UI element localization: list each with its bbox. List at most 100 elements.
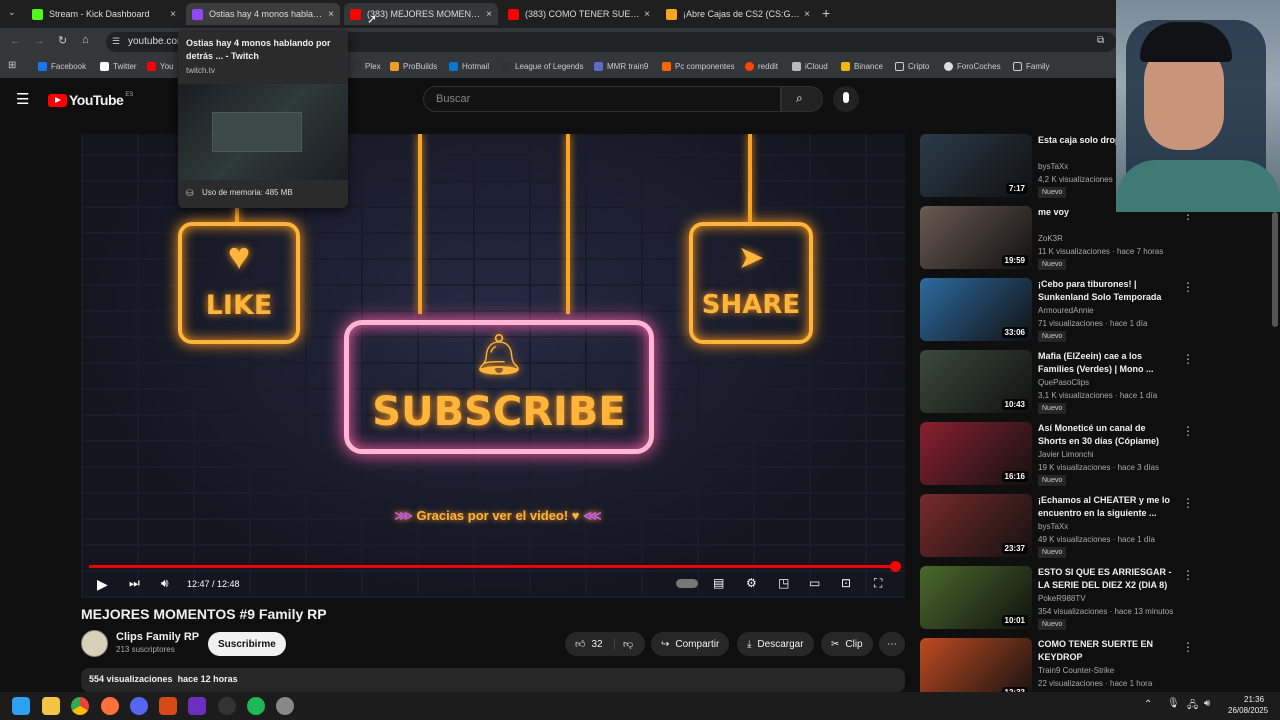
settings-gear-icon[interactable]: ⚙ <box>746 576 757 590</box>
video-thumbnail[interactable]: 16:16 <box>920 422 1032 485</box>
more-vertical-icon[interactable]: ⋮ <box>1182 640 1194 654</box>
bookmark-cripto-folder[interactable]: Cripto <box>895 62 929 71</box>
tray-microphone-icon[interactable]: 🎙︎ <box>1167 698 1180 709</box>
clip-button[interactable]: ✂ Clip <box>821 632 873 656</box>
recommended-video[interactable]: 10:01 ESTO SI QUE ES ARRIESGAR - LA SERIE… <box>920 566 1194 632</box>
video-thumbnail[interactable]: 10:01 <box>920 566 1032 629</box>
progress-bar[interactable] <box>89 565 897 568</box>
obs-icon[interactable] <box>218 697 236 715</box>
recommended-title[interactable]: Así Moneticé un canal de Shorts en 30 dí… <box>1038 422 1176 448</box>
video-thumbnail[interactable]: 10:43 <box>920 350 1032 413</box>
spotify-icon[interactable] <box>247 697 265 715</box>
reload-icon[interactable]: ↻ <box>58 34 67 47</box>
recommended-video[interactable]: 33:06 ¡Cebo para tiburones! | Sunkenland … <box>920 278 1194 344</box>
office-icon[interactable] <box>159 697 177 715</box>
subscribe-button[interactable]: Suscribirme <box>208 632 286 656</box>
volume-icon[interactable]: 🔊︎ <box>161 576 169 591</box>
recommended-title[interactable]: ¡Cebo para tiburones! | Sunkenland Solo … <box>1038 278 1176 304</box>
nzxt-cam-icon[interactable] <box>188 697 206 715</box>
recommended-channel[interactable]: ArmouredAnnie <box>1038 306 1094 315</box>
like-button[interactable]: 👍︎ 32 <box>565 638 615 650</box>
clock-date[interactable]: 26/08/2025 <box>1228 706 1268 715</box>
settings-app-icon[interactable] <box>276 697 294 715</box>
bookmark-icloud[interactable]: iCloud <box>792 62 828 71</box>
close-icon[interactable]: × <box>328 9 334 20</box>
tab-keydrop[interactable]: ¡Abre Cajas de CS2 (CS:GO), Ga × <box>660 3 816 25</box>
download-button[interactable]: ⤓ Descargar <box>737 632 814 656</box>
bookmark-twitter[interactable]: Twitter <box>100 62 137 71</box>
recommended-video[interactable]: 10:43 Mafia (ElZeein) cae a los Families … <box>920 350 1194 416</box>
video-thumbnail[interactable]: 23:37 <box>920 494 1032 557</box>
search-input[interactable]: Buscar <box>423 86 781 112</box>
recommended-title[interactable]: Mafia (ElZeein) cae a los Families (Verd… <box>1038 350 1176 376</box>
bookmark-lol[interactable]: League of Legends <box>502 62 584 71</box>
speaker-icon[interactable]: 🔊︎ <box>1204 698 1210 709</box>
theater-mode-icon[interactable]: ▭ <box>809 576 820 590</box>
menu-icon[interactable]: ☰ <box>16 90 29 108</box>
bookmark-reddit[interactable]: reddit <box>745 62 778 71</box>
forward-icon[interactable]: → <box>34 35 45 47</box>
install-app-icon[interactable]: ⧉ <box>1097 35 1104 46</box>
channel-avatar[interactable] <box>81 630 108 657</box>
recommended-channel[interactable]: PokeR988TV <box>1038 594 1086 603</box>
recommended-title[interactable]: COMO TENER SUERTE EN KEYDROP <box>1038 638 1176 664</box>
recommended-title[interactable]: ESTO SI QUE ES ARRIESGAR - LA SERIE DEL … <box>1038 566 1176 592</box>
discord-icon[interactable] <box>130 697 148 715</box>
bookmark-mmr[interactable]: MMR train9 <box>594 62 648 71</box>
recommended-channel[interactable]: bysTaXx <box>1038 522 1068 531</box>
new-tab-plus-icon[interactable]: + <box>822 5 830 21</box>
bookmark-family-folder[interactable]: Family <box>1013 62 1050 71</box>
video-thumbnail[interactable]: 7:17 <box>920 134 1032 197</box>
autoplay-toggle[interactable] <box>676 579 698 588</box>
close-icon[interactable]: × <box>644 9 650 20</box>
bookmark-plex[interactable]: Plex <box>352 62 381 71</box>
description-box[interactable]: 554 visualizaciones hace 12 horas <box>81 668 905 692</box>
more-vertical-icon[interactable]: ⋮ <box>1182 568 1194 582</box>
search-button[interactable]: ⌕ <box>781 86 823 112</box>
bookmark-facebook[interactable]: Facebook <box>38 62 86 71</box>
tab-kick-dashboard[interactable]: Stream - Kick Dashboard × <box>26 3 182 25</box>
tab-youtube-suerte[interactable]: (383) COMO TENER SUERTE EN × <box>502 3 656 25</box>
tab-list-chevron-icon[interactable]: ⌄ <box>8 7 16 18</box>
recommended-channel[interactable]: Javier Limonchi <box>1038 450 1094 459</box>
page-scrollbar[interactable] <box>1272 212 1278 327</box>
close-icon[interactable]: × <box>804 9 810 20</box>
fullscreen-icon[interactable]: ⛶ <box>874 576 882 591</box>
play-icon[interactable]: ▶ <box>97 576 108 593</box>
subtitles-icon[interactable]: ▤ <box>713 576 724 590</box>
bookmark-forocoches[interactable]: ForoCoches <box>944 62 1001 71</box>
recommended-video[interactable]: 23:37 ¡Echamos al CHEATER y me lo encuent… <box>920 494 1194 560</box>
home-icon[interactable]: ⌂ <box>82 34 89 46</box>
back-icon[interactable]: ← <box>10 35 21 47</box>
clock-time[interactable]: 21:36 <box>1244 695 1264 704</box>
close-icon[interactable]: × <box>170 9 176 20</box>
bookmark-pccomponentes[interactable]: Pc componentes <box>662 62 735 71</box>
recommended-channel[interactable]: Train9 Counter-Strike <box>1038 666 1114 675</box>
close-icon[interactable]: × <box>486 9 492 20</box>
recommended-channel[interactable]: QuePasoClips <box>1038 378 1089 387</box>
file-explorer-icon[interactable] <box>42 697 60 715</box>
scrubber-handle[interactable] <box>890 561 901 572</box>
firefox-icon[interactable] <box>101 697 119 715</box>
next-icon[interactable]: ⏭ <box>129 576 140 591</box>
cast-icon[interactable]: ⊡ <box>841 576 851 590</box>
site-info-icon[interactable]: ☰ <box>112 36 120 47</box>
recommended-video[interactable]: 19:59 me voy ZoK3R 11 K visualizaciones · h… <box>920 206 1194 272</box>
voice-search-button[interactable] <box>833 86 859 112</box>
bookmark-probuilds[interactable]: ProBuilds <box>390 62 437 71</box>
more-vertical-icon[interactable]: ⋮ <box>1182 280 1194 294</box>
bookmark-binance[interactable]: Binance <box>841 62 883 71</box>
bookmark-hotmail[interactable]: Hotmail <box>449 62 489 71</box>
channel-name[interactable]: Clips Family RP <box>116 631 199 643</box>
recommended-channel[interactable]: bysTaXx <box>1038 162 1068 171</box>
more-vertical-icon[interactable]: ⋮ <box>1182 424 1194 438</box>
more-actions-button[interactable]: ⋯ <box>879 632 905 656</box>
windows-start-icon[interactable] <box>12 697 30 715</box>
miniplayer-icon[interactable]: ◳ <box>778 576 789 590</box>
tray-chevron-icon[interactable]: ⌃ <box>1144 699 1152 710</box>
apps-grid-icon[interactable]: ⊞ <box>8 60 16 71</box>
chrome-icon[interactable] <box>71 697 89 715</box>
network-icon[interactable]: 🖧︎ <box>1187 698 1198 715</box>
more-vertical-icon[interactable]: ⋮ <box>1182 496 1194 510</box>
dislike-button[interactable]: 👎︎ <box>615 638 633 650</box>
